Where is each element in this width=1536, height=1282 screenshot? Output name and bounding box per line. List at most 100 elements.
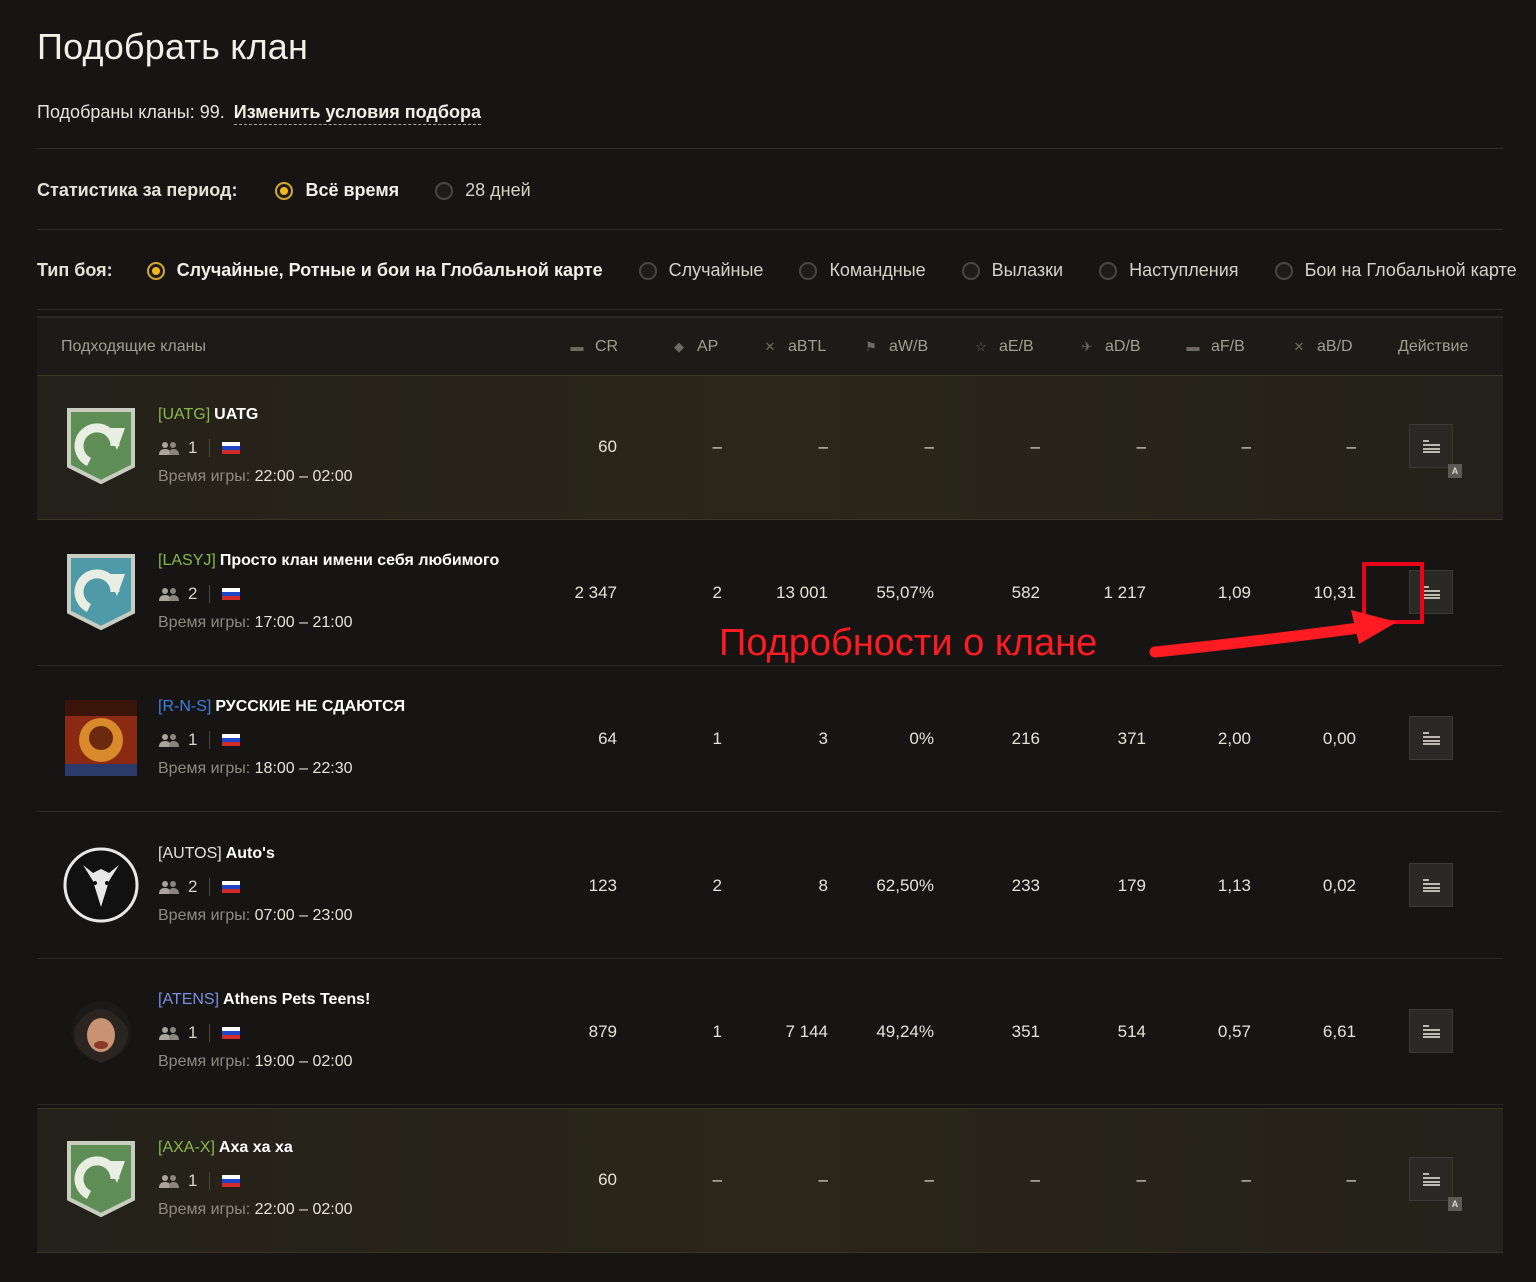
clan-name[interactable]: [LASYJ] Просто клан имени себя любимого <box>158 552 499 570</box>
col-header-abtl[interactable]: ✕ aBTL <box>760 338 827 356</box>
clan-emblem <box>63 552 139 632</box>
battle_type-radio-3[interactable]: Вылазки <box>961 260 1063 281</box>
clan-details-button[interactable] <box>1409 1009 1453 1053</box>
cell-adb: 1 217 <box>1103 582 1146 602</box>
cell-afb: – <box>1241 1169 1251 1189</box>
crossed-swords-icon: ✕ <box>1293 339 1305 354</box>
play-time-label: Время игры: <box>158 613 251 631</box>
clan-details-button[interactable]: A <box>1409 424 1462 478</box>
clan-details-button[interactable]: A <box>1409 1156 1462 1211</box>
cell-abtl: 8 <box>818 875 828 895</box>
battle_type-radio-2[interactable]: Командные <box>799 260 926 281</box>
clan-details-button[interactable] <box>1409 862 1453 907</box>
col-header-cr[interactable]: ▬ CR <box>567 338 619 356</box>
clan-finder-page: Подобрать клан Подобраны кланы: 99. Изме… <box>37 0 1517 1282</box>
clan-name[interactable]: [AXA-X] Axa xa xa <box>158 1139 293 1157</box>
battle_type-radio-5[interactable]: Бои на Глобальной карте <box>1274 260 1517 281</box>
radio-indicator <box>275 181 294 200</box>
clan-tag: [UATG] <box>158 406 211 423</box>
member-count: 2 <box>188 876 198 896</box>
cell-abtl: 13 001 <box>776 582 828 602</box>
details-list-icon <box>1423 1025 1440 1038</box>
divider <box>209 1171 211 1190</box>
col-header-awb[interactable]: ⚑ aW/B <box>861 338 928 356</box>
cell-aeb: – <box>1030 1169 1040 1189</box>
play-time: Время игры: 19:00 – 02:00 <box>158 1053 353 1071</box>
flag-ru-icon <box>222 1174 241 1187</box>
clan-emblem <box>63 991 139 1071</box>
crossed-swords-icon: ✕ <box>764 339 776 354</box>
cell-abd: 6,61 <box>1322 1022 1356 1041</box>
member-count: 1 <box>188 1170 198 1190</box>
radio-indicator <box>1099 261 1118 280</box>
play-time-label: Время игры: <box>158 468 251 485</box>
annotation-label: Подробности о клане <box>719 622 1098 664</box>
col-header-ap[interactable]: ◆ AP <box>669 338 718 356</box>
battle_type-radio-4[interactable]: Наступления <box>1099 260 1239 281</box>
clan-tag: [R-N-S] <box>158 698 212 715</box>
cell-cr: 60 <box>598 1169 617 1189</box>
details-list-icon <box>1423 878 1440 892</box>
table-row[interactable]: [ATENS] Athens Pets Teens! 1 Время игры: 19… <box>37 961 1503 1105</box>
period-radio-1[interactable]: 28 дней <box>435 180 531 201</box>
col-header-aeb[interactable]: ☆ aE/B <box>971 338 1034 356</box>
col-header-abd[interactable]: ✕ aB/D <box>1289 338 1353 356</box>
people-icon <box>159 1174 179 1188</box>
people-icon <box>159 442 179 455</box>
cell-aeb: 233 <box>1011 875 1040 895</box>
divider <box>37 229 1503 230</box>
period-radio-0[interactable]: Всё время <box>275 180 399 201</box>
member-count: 1 <box>188 730 198 749</box>
page-title: Подобрать клан <box>37 26 309 67</box>
radio-indicator <box>435 181 454 200</box>
radio-label: 28 дней <box>465 180 531 200</box>
change-criteria-link[interactable]: Изменить условия подбора <box>233 102 481 125</box>
play-time-label: Время игры: <box>158 760 251 777</box>
clan-tag: [ATENS] <box>158 991 220 1008</box>
cell-cr: 60 <box>598 437 617 456</box>
cell-adb: 179 <box>1117 875 1146 895</box>
battle-type-filter: Тип боя: Случайные, Ротные и бои на Глоб… <box>37 260 1536 281</box>
cell-aeb: 216 <box>1011 729 1040 748</box>
clan-emblem <box>63 698 139 778</box>
table-row[interactable]: [R-N-S] РУССКИЕ НЕ СДАЮТСЯ 1 Время игры: 18… <box>37 668 1503 812</box>
cell-adb: – <box>1136 437 1146 456</box>
col-header-adb[interactable]: ✈ aD/B <box>1077 338 1141 356</box>
clan-title: Просто клан имени себя любимого <box>219 551 500 569</box>
people-icon <box>159 1027 179 1040</box>
cell-awb: 55,07% <box>876 582 934 602</box>
divider <box>209 1024 211 1042</box>
divider <box>209 731 211 749</box>
details-list-icon <box>1423 1172 1440 1186</box>
col-header-afb[interactable]: ▬ aF/B <box>1183 338 1245 356</box>
play-time-value: 22:00 – 02:00 <box>254 1200 353 1218</box>
clan-title: UATG <box>214 406 259 423</box>
radio-label: Командные <box>829 260 926 280</box>
table-row[interactable]: [AXA-X] Axa xa xa 1 Время игры: 22:00 – 02:… <box>37 1107 1503 1253</box>
table-row[interactable]: [UATG] UATG 1 Время игры: 22:00 – 02:00 60 – –… <box>37 375 1503 520</box>
battle_type-radio-1[interactable]: Случайные <box>638 260 763 281</box>
col-header-clans[interactable]: Подходящие кланы <box>61 338 206 356</box>
clan-details-button[interactable] <box>1409 716 1453 760</box>
member-count: 1 <box>188 1023 198 1042</box>
clan-name[interactable]: [R-N-S] РУССКИЕ НЕ СДАЮТСЯ <box>158 698 405 716</box>
details-list-icon <box>1423 732 1440 745</box>
clan-emblem <box>63 845 139 925</box>
table-header: Подходящие кланы ▬ CR ◆ AP ✕ aBTL ⚑ aW/B ☆ aE… <box>37 316 1503 377</box>
cell-ap: 1 <box>712 1022 722 1041</box>
details-list-icon <box>1423 440 1440 453</box>
clan-name[interactable]: [ATENS] Athens Pets Teens! <box>158 991 370 1009</box>
clan-name[interactable]: [UATG] UATG <box>158 406 258 424</box>
clan-name[interactable]: [AUTOS] Auto's <box>158 845 275 863</box>
cell-abd: 0,00 <box>1322 729 1356 748</box>
play-time-label: Время игры: <box>158 906 251 924</box>
cell-ap: 1 <box>712 729 722 748</box>
radio-indicator <box>1274 261 1293 280</box>
clan-title: Axa xa xa <box>218 1138 293 1156</box>
cell-awb: 49,24% <box>876 1022 934 1041</box>
tank-icon: ▬ <box>1186 339 1200 354</box>
table-row[interactable]: [AUTOS] Auto's 2 Время игры: 07:00 – 23:00 1… <box>37 815 1503 959</box>
flag-ru-icon <box>222 734 241 746</box>
clan-title: Athens Pets Teens! <box>223 991 371 1008</box>
battle_type-radio-0[interactable]: Случайные, Ротные и бои на Глобальной ка… <box>146 260 603 281</box>
